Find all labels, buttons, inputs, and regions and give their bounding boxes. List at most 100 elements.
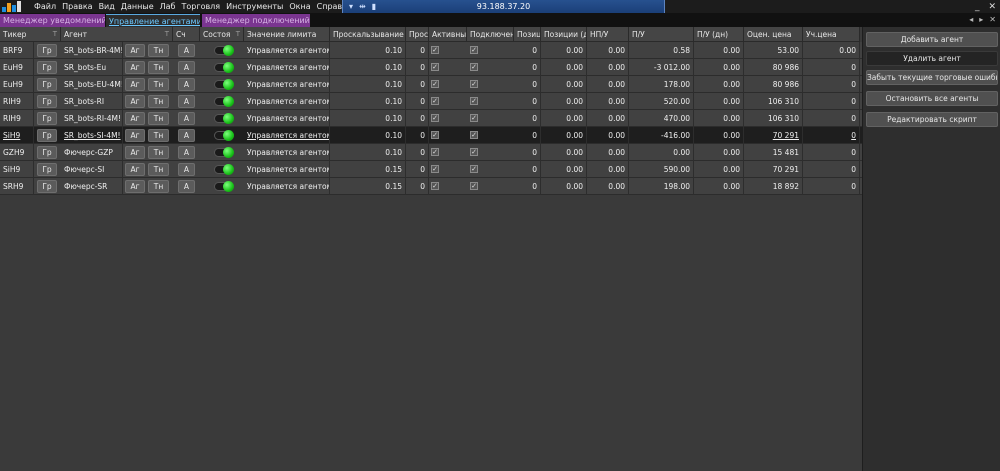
connected-checkbox[interactable]: ✓ bbox=[470, 97, 478, 105]
col-header-active[interactable]: Активный bbox=[429, 27, 467, 42]
active-checkbox[interactable]: ✓ bbox=[431, 182, 439, 190]
agent-state-toggle[interactable] bbox=[214, 113, 234, 124]
menu-windows[interactable]: Окна bbox=[289, 2, 310, 11]
active-checkbox[interactable]: ✓ bbox=[431, 97, 439, 105]
col-header-state[interactable]: Состоя T bbox=[200, 27, 244, 42]
filter-icon[interactable]: T bbox=[53, 27, 57, 41]
table-row[interactable]: SiH9 Гр SR_bots-SI-4M! Аг Тн A Управляется аге… bbox=[0, 127, 862, 144]
trading-button[interactable]: Тн bbox=[148, 112, 169, 125]
tab-prev-icon[interactable]: ◂ bbox=[969, 15, 973, 24]
agent-settings-button[interactable]: Аг bbox=[125, 44, 145, 57]
chart-button[interactable]: Гр bbox=[37, 146, 57, 159]
minimize-icon[interactable]: _ bbox=[975, 2, 980, 12]
account-button[interactable]: A bbox=[178, 61, 195, 74]
agent-state-toggle[interactable] bbox=[214, 62, 234, 73]
account-button[interactable]: A bbox=[178, 78, 195, 91]
account-button[interactable]: A bbox=[178, 146, 195, 159]
agent-state-toggle[interactable] bbox=[214, 130, 234, 141]
connected-checkbox[interactable]: ✓ bbox=[470, 148, 478, 156]
menu-edit[interactable]: Правка bbox=[62, 2, 92, 11]
agent-settings-button[interactable]: Аг bbox=[125, 78, 145, 91]
table-row[interactable]: RIH9 Гр SR_bots-RI Аг Тн A Управляется агентом… bbox=[0, 93, 862, 110]
col-header-limit-value[interactable]: Значение лимита bbox=[244, 27, 330, 42]
tab-notifications-manager[interactable]: Менеджер уведомлений bbox=[0, 14, 105, 27]
col-header-pu[interactable]: П/У bbox=[629, 27, 694, 42]
agent-settings-button[interactable]: Аг bbox=[125, 61, 145, 74]
agent-state-toggle[interactable] bbox=[214, 181, 234, 192]
chart-button[interactable]: Гр bbox=[37, 129, 57, 142]
col-header-counter[interactable]: Сч bbox=[173, 27, 200, 42]
add-agent-button[interactable]: Добавить агент bbox=[866, 32, 998, 47]
tab-next-icon[interactable]: ▸ bbox=[979, 15, 983, 24]
chart-button[interactable]: Гр bbox=[37, 163, 57, 176]
trading-button[interactable]: Тн bbox=[148, 44, 169, 57]
table-row[interactable]: GZH9 Гр Фючерс-GZP Аг Тн A Управляется агентом… bbox=[0, 144, 862, 161]
connected-checkbox[interactable]: ✓ bbox=[470, 63, 478, 71]
edit-script-button[interactable]: Редактировать скрипт bbox=[866, 112, 998, 127]
chart-button[interactable]: Гр bbox=[37, 61, 57, 74]
chart-button[interactable]: Гр bbox=[37, 112, 57, 125]
forget-errors-button[interactable]: Забыть текущие торговые ошибки bbox=[866, 70, 998, 85]
account-button[interactable]: A bbox=[178, 180, 195, 193]
col-header-est-price[interactable]: Оцен. цена bbox=[744, 27, 803, 42]
tab-close-icon[interactable]: ✕ bbox=[989, 15, 996, 24]
menu-file[interactable]: Файл bbox=[34, 2, 56, 11]
agent-state-toggle[interactable] bbox=[214, 164, 234, 175]
chart-button[interactable]: Гр bbox=[37, 78, 57, 91]
connected-checkbox[interactable]: ✓ bbox=[470, 165, 478, 173]
chart-button[interactable]: Гр bbox=[37, 95, 57, 108]
connected-checkbox[interactable]: ✓ bbox=[470, 114, 478, 122]
filter-icon[interactable]: T bbox=[165, 27, 169, 41]
connected-checkbox[interactable]: ✓ bbox=[470, 182, 478, 190]
account-button[interactable]: A bbox=[178, 129, 195, 142]
tab-connection-manager[interactable]: Менеджер подключений bbox=[202, 14, 310, 27]
col-header-pu-day[interactable]: П/У (дн) bbox=[694, 27, 744, 42]
agent-state-toggle[interactable] bbox=[214, 147, 234, 158]
trading-button[interactable]: Тн bbox=[148, 78, 169, 91]
account-button[interactable]: A bbox=[178, 163, 195, 176]
agent-settings-button[interactable]: Аг bbox=[125, 180, 145, 193]
agent-settings-button[interactable]: Аг bbox=[125, 129, 145, 142]
agent-settings-button[interactable]: Аг bbox=[125, 95, 145, 108]
table-row[interactable]: SRH9 Гр Фючерс-SR Аг Тн A Управляется агентом 0… bbox=[0, 178, 862, 195]
active-checkbox[interactable]: ✓ bbox=[431, 114, 439, 122]
active-checkbox[interactable]: ✓ bbox=[431, 148, 439, 156]
col-header-slippage[interactable]: Проскальзывание % bbox=[330, 27, 406, 42]
connected-checkbox[interactable]: ✓ bbox=[470, 46, 478, 54]
trading-button[interactable]: Тн bbox=[148, 129, 169, 142]
account-button[interactable]: A bbox=[178, 44, 195, 57]
close-icon[interactable]: ✕ bbox=[988, 2, 996, 12]
filter-icon[interactable]: T bbox=[236, 27, 240, 41]
connected-checkbox[interactable]: ✓ bbox=[470, 80, 478, 88]
trading-button[interactable]: Тн bbox=[148, 146, 169, 159]
table-row[interactable]: BRF9 Гр SR_bots-BR-4M! Аг Тн A Управляется аге… bbox=[0, 42, 862, 59]
agent-settings-button[interactable]: Аг bbox=[125, 163, 145, 176]
menu-view[interactable]: Вид bbox=[99, 2, 115, 11]
menu-lab[interactable]: Лаб bbox=[160, 2, 176, 11]
col-header-connected[interactable]: Подключен bbox=[467, 27, 514, 42]
chart-button[interactable]: Гр bbox=[37, 180, 57, 193]
col-header-positions-day[interactable]: Позиции (д bbox=[541, 27, 587, 42]
trading-button[interactable]: Тн bbox=[148, 95, 169, 108]
account-button[interactable]: A bbox=[178, 95, 195, 108]
account-button[interactable]: A bbox=[178, 112, 195, 125]
active-checkbox[interactable]: ✓ bbox=[431, 80, 439, 88]
col-header-position[interactable]: Позиц bbox=[514, 27, 541, 42]
active-checkbox[interactable]: ✓ bbox=[431, 131, 439, 139]
agent-settings-button[interactable]: Аг bbox=[125, 112, 145, 125]
menu-tools[interactable]: Инструменты bbox=[226, 2, 283, 11]
trading-button[interactable]: Тн bbox=[148, 163, 169, 176]
agent-settings-button[interactable]: Аг bbox=[125, 146, 145, 159]
connected-checkbox[interactable]: ✓ bbox=[470, 131, 478, 139]
menu-data[interactable]: Данные bbox=[121, 2, 154, 11]
col-header-ticker[interactable]: Тикер T bbox=[0, 27, 61, 42]
trading-button[interactable]: Тн bbox=[148, 61, 169, 74]
col-header-np-u[interactable]: НП/У bbox=[587, 27, 629, 42]
trading-button[interactable]: Тн bbox=[148, 180, 169, 193]
table-row[interactable]: EuH9 Гр SR_bots-Eu Аг Тн A Управляется агентом… bbox=[0, 59, 862, 76]
table-row[interactable]: EuH9 Гр SR_bots-EU-4M! Аг Тн A Управляется аге… bbox=[0, 76, 862, 93]
active-checkbox[interactable]: ✓ bbox=[431, 46, 439, 54]
table-row[interactable]: SiH9 Гр Фючерс-SI Аг Тн A Управляется агентом 0… bbox=[0, 161, 862, 178]
table-row[interactable]: RIH9 Гр SR_bots-RI-4M! Аг Тн A Управляется аге… bbox=[0, 110, 862, 127]
col-header-pros[interactable]: Прос bbox=[406, 27, 429, 42]
